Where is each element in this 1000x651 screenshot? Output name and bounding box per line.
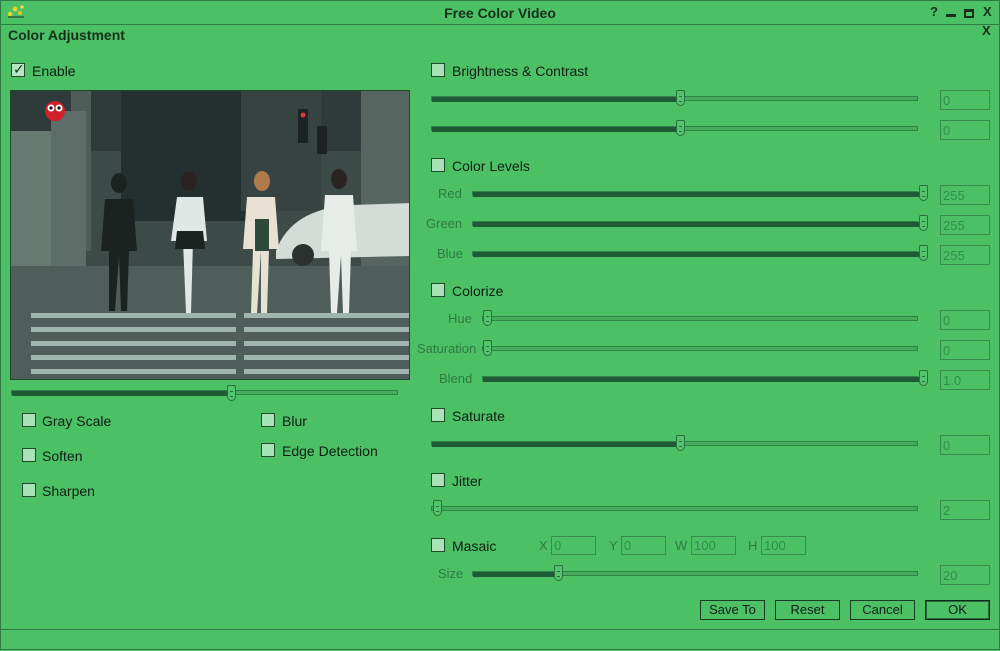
dialog-title: Color Adjustment [8, 27, 125, 43]
green-slider-thumb[interactable] [919, 215, 928, 231]
enable-label: Enable [32, 63, 76, 79]
status-bar [0, 629, 1000, 651]
position-slider-thumb[interactable] [227, 385, 236, 401]
contrast-slider[interactable] [431, 126, 918, 132]
masaic-checkbox[interactable] [431, 538, 445, 552]
masaic-h-label: H [748, 538, 758, 553]
blend-slider[interactable] [482, 376, 923, 382]
soften-label: Soften [42, 448, 83, 464]
masaic-w-field[interactable] [691, 536, 736, 555]
blue-slider-thumb[interactable] [919, 245, 928, 261]
masaic-x-label: X [539, 538, 548, 553]
jitter-slider-thumb[interactable] [433, 500, 442, 516]
jitter-value-field[interactable] [940, 500, 990, 520]
blue-label: Blue [437, 246, 464, 261]
edge-detection-label: Edge Detection [282, 443, 378, 459]
green-slider[interactable] [472, 221, 923, 227]
saturation-value-field[interactable] [940, 340, 990, 360]
saturation-label: Saturation [417, 341, 477, 356]
blue-slider-fill [473, 252, 923, 257]
contrast-value-field[interactable] [940, 120, 990, 140]
saturation-slider[interactable] [482, 346, 918, 351]
jitter-slider[interactable] [431, 506, 918, 511]
masaic-size-label: Size [438, 566, 464, 581]
saturation-slider-thumb[interactable] [483, 340, 492, 356]
sharpen-label: Sharpen [42, 483, 95, 499]
saturate-slider[interactable] [431, 441, 918, 447]
brightness-contrast-checkbox[interactable] [431, 63, 445, 77]
blend-slider-thumb[interactable] [919, 370, 928, 386]
brightness-slider-thumb[interactable] [676, 90, 685, 106]
red-label: Red [438, 186, 462, 201]
position-slider-fill [12, 391, 232, 396]
ok-button[interactable]: OK [925, 600, 990, 620]
masaic-size-slider-thumb[interactable] [554, 565, 563, 581]
enable-checkbox[interactable] [11, 61, 25, 78]
masaic-label: Masaic [452, 538, 497, 554]
masaic-h-field[interactable] [761, 536, 806, 555]
blue-slider[interactable] [472, 251, 923, 257]
red-slider-fill [473, 192, 923, 197]
saturate-slider-fill [432, 442, 680, 447]
brightness-slider-fill [432, 97, 680, 102]
saturate-checkbox[interactable] [431, 408, 445, 422]
colorize-label: Colorize [452, 283, 504, 299]
green-value-field[interactable] [940, 215, 990, 235]
position-slider-track[interactable] [11, 390, 398, 396]
hue-slider-thumb[interactable] [483, 310, 492, 326]
brightness-slider[interactable] [431, 96, 918, 102]
close-icon[interactable]: X [983, 5, 992, 18]
saturate-slider-thumb[interactable] [676, 435, 685, 451]
soften-checkbox[interactable] [22, 448, 36, 462]
blue-value-field[interactable] [940, 245, 990, 265]
blend-slider-fill [483, 377, 923, 382]
edge-detection-checkbox[interactable] [261, 443, 275, 457]
masaic-size-slider[interactable] [472, 571, 918, 577]
red-slider[interactable] [472, 191, 923, 197]
jitter-label: Jitter [452, 473, 483, 489]
color-levels-label: Color Levels [452, 158, 530, 174]
maximize-icon[interactable] [964, 9, 974, 18]
red-value-field[interactable] [940, 185, 990, 205]
dialog-close-icon[interactable]: X [982, 23, 991, 38]
masaic-x-field[interactable] [551, 536, 596, 555]
help-icon[interactable]: ? [930, 5, 938, 18]
colorize-checkbox[interactable] [431, 283, 445, 297]
saturate-label: Saturate [452, 408, 505, 424]
app-title: Free Color Video [444, 5, 556, 21]
brightness-value-field[interactable] [940, 90, 990, 110]
blend-value-field[interactable] [940, 370, 990, 390]
cancel-button[interactable]: Cancel [850, 600, 915, 620]
gray-scale-label: Gray Scale [42, 413, 112, 429]
masaic-y-label: Y [609, 538, 618, 553]
masaic-size-slider-fill [473, 572, 559, 577]
hue-slider[interactable] [482, 316, 918, 321]
reset-button[interactable]: Reset [775, 600, 840, 620]
masaic-y-field[interactable] [621, 536, 666, 555]
saturate-value-field[interactable] [940, 435, 990, 455]
hue-value-field[interactable] [940, 310, 990, 330]
red-slider-thumb[interactable] [919, 185, 928, 201]
blur-label: Blur [282, 413, 307, 429]
blend-label: Blend [439, 371, 473, 386]
contrast-slider-thumb[interactable] [676, 120, 685, 136]
color-levels-checkbox[interactable] [431, 158, 445, 172]
green-label: Green [426, 216, 463, 231]
blur-checkbox[interactable] [261, 413, 275, 427]
save-to-button[interactable]: Save To [700, 600, 765, 620]
brightness-contrast-label: Brightness & Contrast [452, 63, 589, 79]
jitter-checkbox[interactable] [431, 473, 445, 487]
video-preview [10, 90, 410, 380]
sharpen-checkbox[interactable] [22, 483, 36, 497]
gray-scale-checkbox[interactable] [22, 413, 36, 427]
minimize-icon[interactable] [946, 14, 956, 17]
green-slider-fill [473, 222, 923, 227]
masaic-size-field[interactable] [940, 565, 990, 585]
contrast-slider-fill [432, 127, 680, 132]
masaic-w-label: W [675, 538, 688, 553]
hue-label: Hue [448, 311, 472, 326]
